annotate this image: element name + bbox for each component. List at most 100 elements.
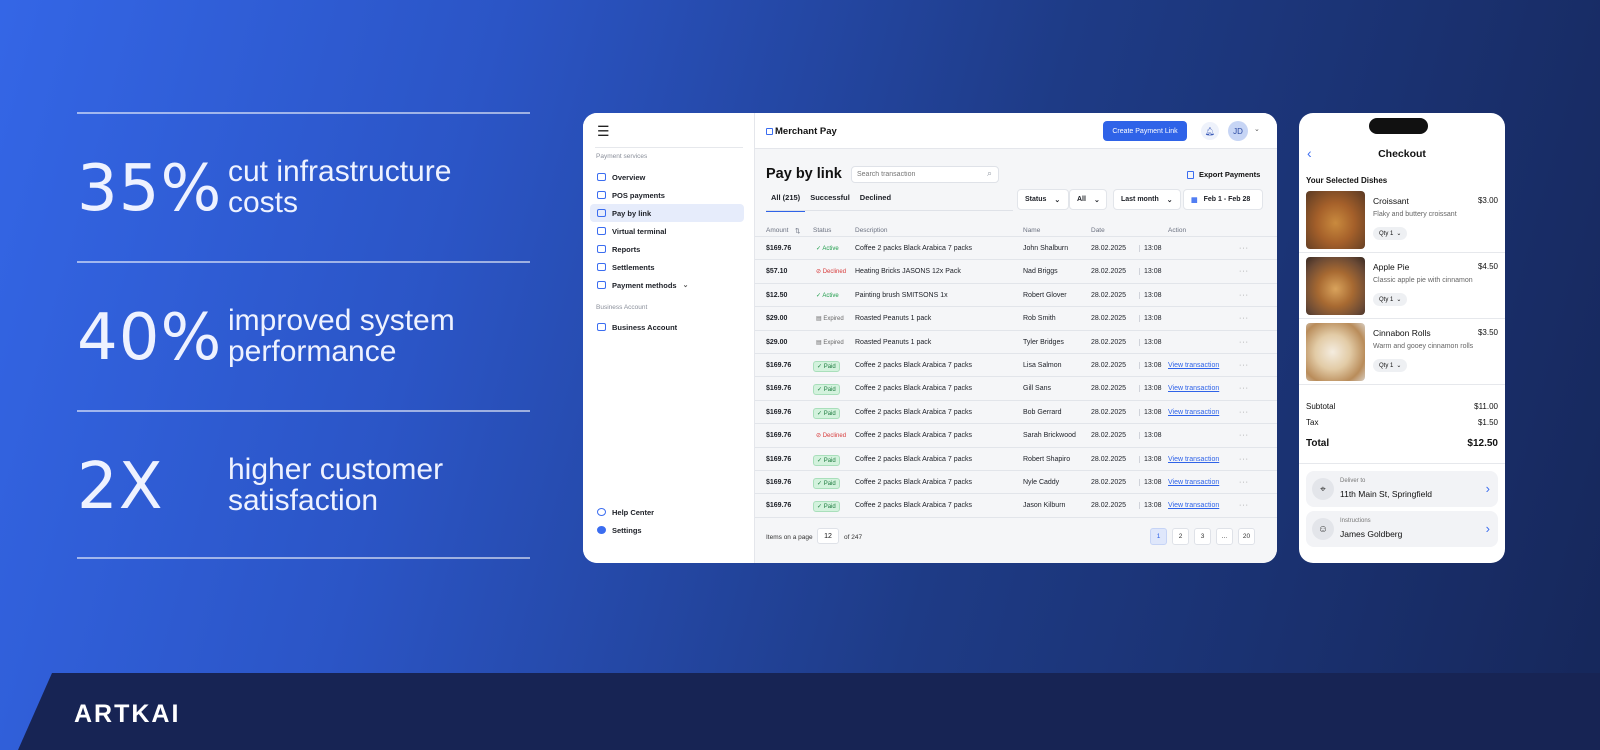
more-icon[interactable]: ···	[1239, 479, 1249, 486]
status-filter[interactable]: Status ⌄	[1017, 189, 1069, 210]
deliver-to-card[interactable]: ⌖ Deliver to 11th Main St, Springfield ›	[1306, 471, 1498, 507]
export-payments-button[interactable]: Export Payments	[1187, 170, 1260, 179]
view-transaction-link[interactable]: View transaction	[1168, 479, 1219, 486]
period-filter[interactable]: Last month ⌄	[1113, 189, 1181, 210]
tab-successful[interactable]: Successful	[805, 189, 855, 212]
divider	[1299, 463, 1505, 464]
brand-logo: Merchant Pay	[766, 126, 837, 137]
sidebar-item-reports[interactable]: Reports	[590, 240, 744, 258]
bell-icon[interactable]: 🔔︎	[1201, 122, 1219, 140]
avatar[interactable]: JD	[1228, 121, 1248, 141]
date-cell: 28.02.2025	[1091, 385, 1127, 393]
items-per-page-input[interactable]: 12	[817, 528, 839, 544]
create-payment-link-button[interactable]: Create Payment Link	[1103, 121, 1187, 141]
status-badge: ⊘ Declined	[816, 269, 847, 276]
page-button[interactable]: 3	[1194, 528, 1211, 545]
quantity-select[interactable]: Qty 1 ⌄	[1373, 293, 1408, 306]
terminal-icon	[597, 227, 606, 235]
more-icon[interactable]: ···	[1239, 432, 1249, 439]
sidebar-item-pos[interactable]: POS payments	[590, 186, 744, 204]
instructions-card[interactable]: ☺ Instructions James Goldberg ›	[1306, 511, 1498, 547]
sidebar-item-settings[interactable]: Settings	[590, 521, 744, 539]
sidebar-section-title: Payment services	[596, 153, 648, 160]
page-ellipsis: ...	[1216, 528, 1233, 545]
view-transaction-link[interactable]: View transaction	[1168, 362, 1219, 369]
table-row[interactable]: $169.76 ✓ Paid Coffee 2 packs Black Arabic…	[755, 493, 1277, 517]
page-button[interactable]: 2	[1172, 528, 1189, 545]
search-input[interactable]	[851, 166, 999, 183]
more-icon[interactable]: ···	[1239, 362, 1249, 369]
sidebar-item-help[interactable]: Help Center	[590, 503, 744, 521]
table-row[interactable]: $169.76 ⊘ Declined Coffee 2 packs Black Ar…	[755, 423, 1277, 447]
dish-item: Croissant $3.00 Flaky and buttery croiss…	[1299, 187, 1505, 253]
table-row[interactable]: $12.50 ✓ Active Painting brush SMITSONS 1x…	[755, 282, 1277, 307]
quantity-select[interactable]: Qty 1 ⌄	[1373, 359, 1408, 372]
phone-notch	[1369, 118, 1428, 134]
view-transaction-link[interactable]: View transaction	[1168, 456, 1219, 463]
grid-icon	[597, 173, 606, 181]
table-row[interactable]: $29.00 ▤ Expired Roasted Peanuts 1 pack Tyl…	[755, 329, 1277, 354]
description-cell: Heating Bricks JASONS 12x Pack	[855, 268, 961, 276]
help-icon	[597, 508, 606, 516]
time-cell: 13:08	[1139, 385, 1162, 393]
chevron-down-icon[interactable]: ⌄	[1254, 125, 1260, 133]
tab-all[interactable]: All (215)	[766, 189, 806, 212]
sidebar-item-payment-methods[interactable]: Payment methods ⌄	[590, 276, 744, 294]
sidebar-item-overview[interactable]: Overview	[590, 168, 744, 186]
search-icon[interactable]: ⌕	[987, 168, 992, 179]
table-row[interactable]: $169.76 ✓ Paid Coffee 2 packs Black Arabic…	[755, 470, 1277, 494]
table-row[interactable]: $57.10 ⊘ Declined Heating Bricks JASONS 12…	[755, 259, 1277, 283]
more-icon[interactable]: ···	[1239, 456, 1249, 463]
sidebar-item-label: Virtual terminal	[612, 226, 667, 236]
table-row[interactable]: $169.76 ✓ Paid Coffee 2 packs Black Arabic…	[755, 353, 1277, 377]
view-transaction-link[interactable]: View transaction	[1168, 385, 1219, 392]
date-cell: 28.02.2025	[1091, 432, 1127, 440]
dish-name: Cinnabon Rolls	[1373, 328, 1431, 338]
chevron-down-icon: ⌄	[1093, 196, 1100, 204]
chevron-down-icon: ⌄	[1396, 297, 1402, 303]
quantity-select[interactable]: Qty 1 ⌄	[1373, 227, 1408, 240]
view-transaction-link[interactable]: View transaction	[1168, 502, 1219, 509]
status-badge: ✓ Paid	[813, 361, 840, 372]
filter-label: Last month	[1121, 196, 1159, 203]
more-icon[interactable]: ···	[1239, 502, 1249, 509]
more-icon[interactable]: ···	[1239, 385, 1249, 392]
date-cell: 28.02.2025	[1091, 315, 1127, 323]
column-header[interactable]: Amount	[766, 227, 788, 234]
tab-declined[interactable]: Declined	[855, 189, 896, 212]
more-icon[interactable]: ···	[1239, 292, 1249, 299]
menu-icon[interactable]: ☰	[597, 123, 610, 140]
more-icon[interactable]: ···	[1239, 245, 1249, 252]
more-icon[interactable]: ···	[1239, 339, 1249, 346]
amount-cell: $29.00	[766, 315, 788, 323]
sidebar-item-business-account[interactable]: Business Account	[590, 318, 744, 336]
tabs: All (215) Successful Declined	[766, 189, 896, 212]
table-row[interactable]: $169.76 ✓ Active Coffee 2 packs Black Arab…	[755, 236, 1277, 260]
sidebar-item-pay-by-link[interactable]: Pay by link	[590, 204, 744, 222]
all-filter[interactable]: All ⌄	[1069, 189, 1107, 210]
sort-icon[interactable]: ⇅	[795, 227, 800, 235]
more-icon[interactable]: ···	[1239, 409, 1249, 416]
tax-value: $1.50	[1477, 418, 1498, 427]
page-button[interactable]: 1	[1150, 528, 1167, 545]
view-transaction-link[interactable]: View transaction	[1168, 409, 1219, 416]
more-icon[interactable]: ···	[1239, 315, 1249, 322]
page-button[interactable]: 20	[1238, 528, 1255, 545]
description-cell: Roasted Peanuts 1 pack	[855, 338, 932, 346]
checkout-phone: ‹ Checkout Your Selected Dishes Croissan…	[1299, 113, 1505, 563]
table-row[interactable]: $169.76 ✓ Paid Coffee 2 packs Black Arabic…	[755, 399, 1277, 424]
tax-label: Tax	[1306, 418, 1319, 427]
dish-description: Flaky and buttery croissant	[1373, 211, 1457, 218]
sidebar-item-settlements[interactable]: Settlements	[590, 258, 744, 276]
table-row[interactable]: $29.00 ▤ Expired Roasted Peanuts 1 pack Rob…	[755, 306, 1277, 330]
table-row[interactable]: $169.76 ✓ Paid Coffee 2 packs Black Arabic…	[755, 446, 1277, 471]
more-icon[interactable]: ···	[1239, 268, 1249, 275]
amount-cell: $57.10	[766, 268, 788, 276]
items-per-page-label: Items on a page	[766, 534, 813, 541]
sidebar-item-virtual-terminal[interactable]: Virtual terminal	[590, 222, 744, 240]
dish-price: $3.50	[1477, 328, 1498, 337]
date-range-picker[interactable]: ▦ Feb 1 - Feb 28	[1183, 189, 1263, 210]
table-row[interactable]: $169.76 ✓ Paid Coffee 2 packs Black Arabic…	[755, 376, 1277, 400]
stats-panel: 35% cut infrastructure costs 40% improve…	[77, 112, 530, 559]
description-cell: Coffee 2 packs Black Arabica 7 packs	[855, 408, 972, 416]
